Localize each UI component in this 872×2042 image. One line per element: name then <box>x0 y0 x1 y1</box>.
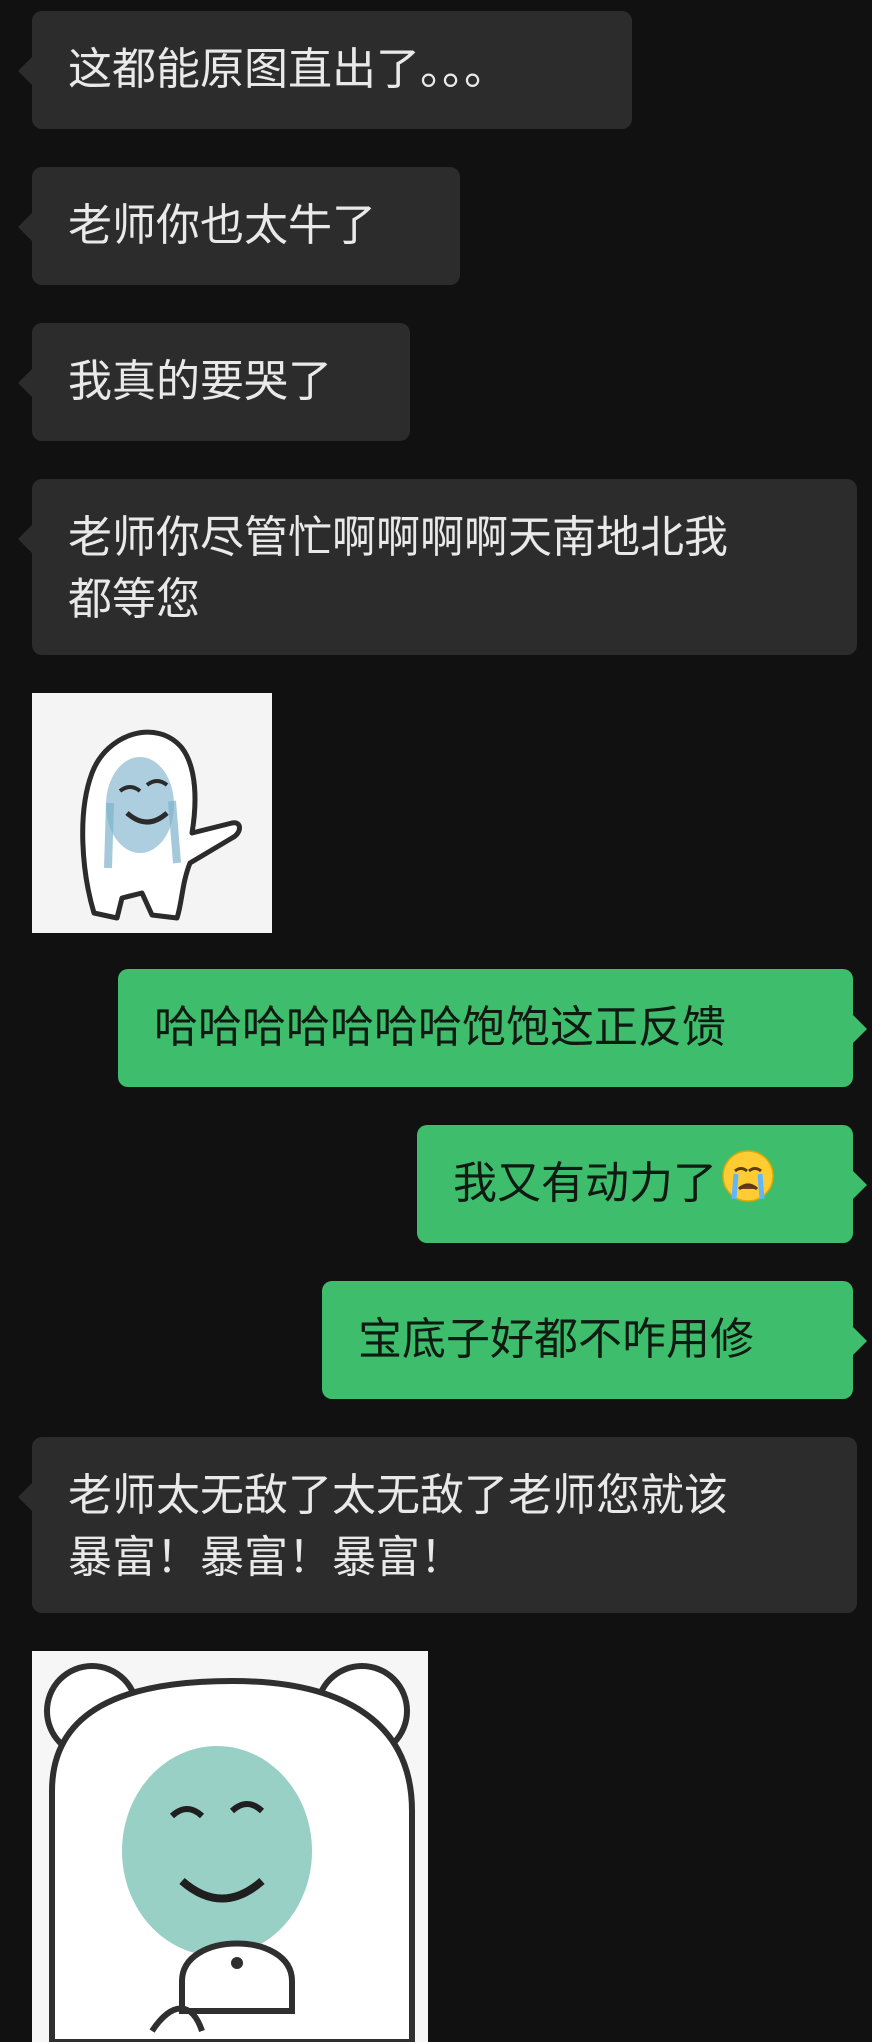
message-bubble-outgoing[interactable]: 宝底子好都不咋用修 <box>322 1281 867 1399</box>
message-bubble-incoming[interactable]: 老师你尽管忙啊啊啊啊天南地北我 都等您 <box>18 479 857 655</box>
message-text-line: 暴富！暴富！暴富！ <box>68 1532 464 1583</box>
message-bubble-outgoing[interactable]: 哈哈哈哈哈哈哈饱饱这正反馈 <box>118 969 867 1087</box>
message-text: 老师你也太牛了 <box>68 200 376 251</box>
message-text: 我又有动力了 <box>453 1158 717 1209</box>
message-text-line: 老师太无敌了太无敌了老师您就该 <box>68 1470 728 1521</box>
message-bubble-incoming[interactable]: 老师太无敌了太无敌了老师您就该 暴富！暴富！暴富！ <box>18 1437 857 1613</box>
message-text-line: 都等您 <box>68 574 200 625</box>
crying-ghost-icon <box>80 729 242 921</box>
crying-face-emoji <box>721 1149 775 1220</box>
message-text-line: 老师你尽管忙啊啊啊啊天南地北我 <box>68 512 728 563</box>
message-bubble-outgoing[interactable]: 我又有动力了 <box>417 1125 867 1243</box>
crying-bear-sticker[interactable] <box>32 1651 428 2042</box>
message-bubble-incoming[interactable]: 我真的要哭了 <box>18 323 410 441</box>
message-bubble-incoming[interactable]: 老师你也太牛了 <box>18 167 460 285</box>
message-text: 宝底子好都不咋用修 <box>358 1314 754 1365</box>
message-bubble-incoming[interactable]: 这都能原图直出了。。。 <box>18 11 632 129</box>
crying-bear-icon <box>44 1663 415 2042</box>
message-text: 这都能原图直出了。。。 <box>68 44 508 95</box>
message-text: 哈哈哈哈哈哈哈饱饱这正反馈 <box>154 1002 726 1053</box>
message-text: 我真的要哭了 <box>68 356 332 407</box>
crying-ghost-sticker[interactable] <box>32 693 272 933</box>
